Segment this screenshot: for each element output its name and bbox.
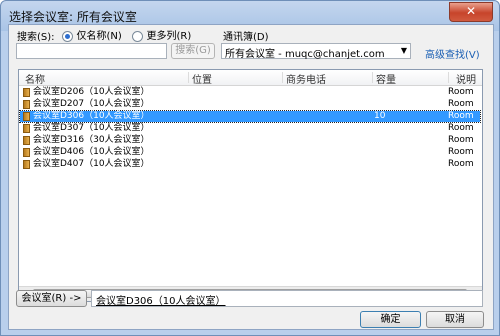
radio-more-columns-label: 更多列(R) bbox=[146, 31, 192, 42]
window-title: 选择会议室: 所有会议室 bbox=[9, 10, 137, 24]
room-description: Room bbox=[448, 135, 474, 145]
room-book-icon bbox=[23, 112, 30, 121]
room-name: 会议室D306（10人会议室） bbox=[33, 111, 150, 121]
room-book-icon bbox=[23, 160, 30, 169]
room-description: Room bbox=[448, 111, 474, 121]
room-capacity: 10 bbox=[374, 111, 386, 121]
dialog-window: 选择会议室: 所有会议室 ✕ 搜索(S): 仅名称(N) 更多列(R) 搜索(G… bbox=[0, 0, 500, 336]
radio-name-only[interactable]: 仅名称(N) bbox=[62, 27, 122, 42]
room-list[interactable]: 名称 位置 商务电话 容量 说明 会议室D206（10人会议室） Room 会议… bbox=[18, 69, 483, 302]
list-item-selected[interactable]: 会议室D306（10人会议室） 10 Room bbox=[19, 110, 481, 123]
list-header: 名称 位置 商务电话 容量 说明 bbox=[19, 70, 482, 86]
list-item[interactable]: 会议室D307（10人会议室） Room bbox=[20, 123, 480, 134]
room-name: 会议室D207（10人会议室） bbox=[33, 99, 150, 109]
list-item[interactable]: 会议室D406（10人会议室） Room bbox=[20, 147, 480, 158]
search-label: 搜索(S): bbox=[17, 32, 55, 43]
address-book-value: 所有会议室 - muqc@chanjet.com bbox=[225, 49, 385, 60]
ok-button[interactable]: 确定 bbox=[360, 311, 421, 328]
list-item[interactable]: 会议室D207（10人会议室） Room bbox=[20, 99, 480, 110]
column-divider bbox=[448, 72, 449, 83]
radio-more-columns[interactable]: 更多列(R) bbox=[132, 27, 191, 42]
search-button[interactable]: 搜索(G) bbox=[171, 43, 215, 59]
column-name[interactable]: 名称 bbox=[25, 71, 45, 86]
radio-name-only-label: 仅名称(N) bbox=[76, 31, 122, 42]
address-book-label: 通讯簿(D) bbox=[223, 32, 269, 43]
dialog-client-area: 搜索(S): 仅名称(N) 更多列(R) 搜索(G) 通讯簿(D) 所有会议室 … bbox=[8, 24, 494, 330]
selected-rooms-field[interactable]: 会议室D306（10人会议室） bbox=[91, 290, 483, 307]
rooms-add-button[interactable]: 会议室(R) -> bbox=[16, 290, 87, 307]
list-item[interactable]: 会议室D316（30人会议室） Room bbox=[20, 135, 480, 146]
room-book-icon bbox=[23, 124, 30, 133]
advanced-find-link[interactable]: 高级查找(V) bbox=[425, 46, 480, 61]
room-name: 会议室D206（10人会议室） bbox=[33, 87, 150, 97]
cancel-button[interactable]: 取消 bbox=[426, 311, 484, 328]
room-name: 会议室D307（10人会议室） bbox=[33, 123, 150, 133]
column-divider bbox=[282, 72, 283, 83]
room-description: Room bbox=[448, 159, 474, 169]
radio-unselected-icon bbox=[132, 30, 143, 42]
list-item[interactable]: 会议室D407（10人会议室） Room bbox=[20, 159, 480, 170]
search-input[interactable] bbox=[16, 43, 167, 59]
room-name: 会议室D406（10人会议室） bbox=[33, 147, 150, 157]
close-button[interactable]: ✕ bbox=[449, 2, 493, 22]
radio-selected-icon bbox=[62, 30, 73, 42]
room-book-icon bbox=[23, 136, 30, 145]
room-description: Room bbox=[448, 87, 474, 97]
list-item[interactable]: 会议室D206（10人会议室） Room bbox=[20, 87, 480, 98]
close-icon: ✕ bbox=[465, 4, 477, 18]
address-book-select[interactable]: 所有会议室 - muqc@chanjet.com ▼ bbox=[221, 43, 411, 60]
room-description: Room bbox=[448, 99, 474, 109]
selected-room-value: 会议室D306（10人会议室） bbox=[96, 296, 226, 307]
room-book-icon bbox=[23, 148, 30, 157]
column-capacity[interactable]: 容量 bbox=[376, 71, 396, 86]
column-location[interactable]: 位置 bbox=[192, 71, 212, 86]
room-name: 会议室D407（10人会议室） bbox=[33, 159, 150, 169]
column-business-phone[interactable]: 商务电话 bbox=[286, 71, 326, 86]
column-divider bbox=[372, 72, 373, 83]
column-description[interactable]: 说明 bbox=[456, 71, 476, 86]
room-description: Room bbox=[448, 147, 474, 157]
room-name: 会议室D316（30人会议室） bbox=[33, 135, 150, 145]
chevron-down-icon: ▼ bbox=[400, 46, 407, 55]
column-divider bbox=[188, 72, 189, 83]
room-book-icon bbox=[23, 100, 30, 109]
room-description: Room bbox=[448, 123, 474, 133]
room-book-icon bbox=[23, 88, 30, 97]
